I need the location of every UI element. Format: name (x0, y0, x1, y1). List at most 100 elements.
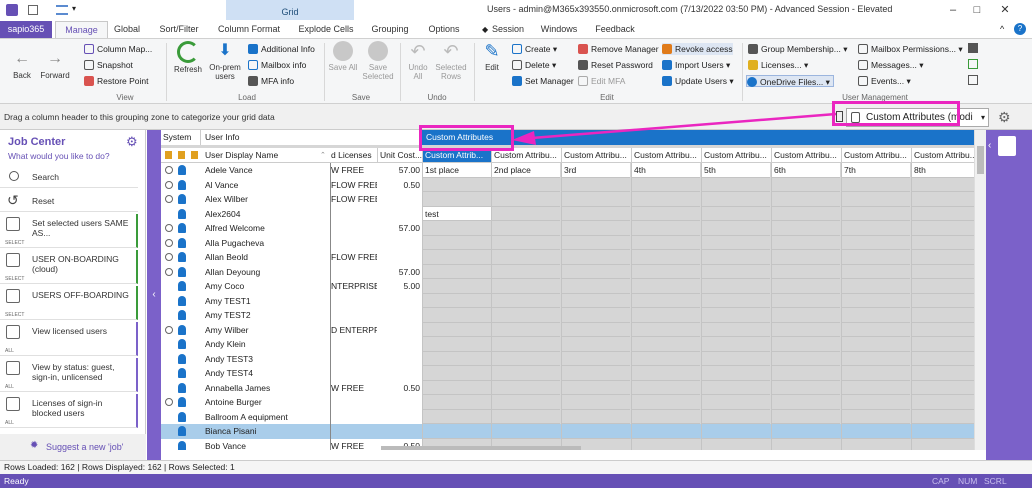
unit-cost-cell[interactable]: 5.00 (377, 279, 422, 294)
help-icon[interactable]: ? (1014, 23, 1026, 35)
licenses-cell[interactable]: NTERPRISE E (331, 279, 377, 294)
job-item[interactable]: ALL View licensed users (0, 322, 138, 356)
tab-column-format[interactable]: Column Format (216, 21, 282, 38)
custom-attribute-cell[interactable] (491, 293, 560, 308)
user-name-cell[interactable]: Allan Beold (201, 250, 331, 265)
custom-attribute-cell[interactable] (701, 192, 770, 207)
custom-attribute-cell[interactable]: test (422, 206, 491, 221)
custom-attribute-cell[interactable] (561, 206, 630, 221)
table-row[interactable]: Amy TEST1 (161, 293, 974, 308)
custom-attribute-cell[interactable] (701, 337, 770, 352)
custom-attribute-cell[interactable] (701, 380, 770, 395)
custom-attribute-cell[interactable] (911, 438, 974, 450)
custom-attribute-cell[interactable] (491, 380, 560, 395)
tab-manage[interactable]: Manage (55, 21, 108, 38)
table-row[interactable]: Andy TEST3 (161, 351, 974, 366)
custom-attribute-cell[interactable] (841, 192, 910, 207)
custom-attribute-cell[interactable] (491, 177, 560, 192)
custom-attribute-cell[interactable] (771, 264, 840, 279)
custom-attribute-cell[interactable] (631, 279, 700, 294)
table-row[interactable]: Amy WilberD ENTERPRIS [2]5.00;16.4 (161, 322, 974, 337)
table-row[interactable]: Amy CocoNTERPRISE E5.00 (161, 279, 974, 294)
custom-attribute-cell[interactable] (701, 395, 770, 410)
custom-attribute-cell[interactable] (422, 424, 491, 439)
user-name-cell[interactable]: Antoine Burger (201, 395, 331, 410)
set-manager-button[interactable]: Set Manager (512, 75, 574, 87)
custom-attribute-cell[interactable] (701, 366, 770, 381)
unit-cost-cell[interactable] (377, 206, 422, 221)
job-item[interactable]: ALL View by status: guest, sign-in, unlic… (0, 358, 138, 392)
custom-attribute-cell[interactable] (491, 337, 560, 352)
vertical-scrollbar[interactable] (974, 130, 986, 450)
custom-attribute-cell[interactable] (631, 438, 700, 450)
custom-attribute-cell[interactable] (422, 366, 491, 381)
custom-attribute-cell[interactable] (701, 264, 770, 279)
mailbox-info-button[interactable]: Mailbox info (248, 59, 306, 71)
custom-attribute-cell[interactable] (701, 293, 770, 308)
custom-attribute-cell[interactable] (841, 351, 910, 366)
custom-attribute-cell[interactable] (841, 293, 910, 308)
custom-attribute-cell[interactable] (701, 351, 770, 366)
custom-attribute-cell[interactable] (491, 366, 560, 381)
custom-attribute-cell[interactable] (701, 235, 770, 250)
custom-attribute-cell[interactable] (771, 293, 840, 308)
forward-button[interactable]: → Forward (38, 49, 72, 80)
custom-attribute-cell[interactable] (561, 235, 630, 250)
custom-attribute-cell[interactable] (911, 351, 974, 366)
custom-attribute-cell[interactable] (631, 409, 700, 424)
report-icon[interactable] (968, 75, 978, 85)
edit-button[interactable]: ✎ Edit (478, 41, 506, 72)
custom-attribute-cell[interactable] (631, 337, 700, 352)
unit-cost-cell[interactable] (377, 293, 422, 308)
app-icon[interactable] (6, 4, 18, 16)
custom-attribute-cell[interactable] (631, 264, 700, 279)
licenses-cell[interactable] (331, 264, 377, 279)
unit-cost-cell[interactable]: 57.00 (377, 163, 422, 178)
custom-attribute-cell[interactable] (631, 235, 700, 250)
tab-global[interactable]: Global (112, 21, 142, 38)
table-row[interactable]: Andy Klein (161, 337, 974, 352)
user-name-cell[interactable]: Andy TEST3 (201, 351, 331, 366)
gear-icon[interactable]: ⚙ (126, 134, 138, 150)
custom-attribute-cell[interactable] (841, 366, 910, 381)
custom-attribute-cell[interactable] (771, 221, 840, 236)
custom-attribute-cell[interactable] (422, 279, 491, 294)
custom-attribute-cell[interactable] (491, 409, 560, 424)
mailbox-permissions-button[interactable]: Mailbox Permissions... ▾ (858, 43, 963, 55)
group-membership-button[interactable]: Group Membership... ▾ (748, 43, 847, 55)
custom-attribute-cell[interactable] (911, 221, 974, 236)
user-name-cell[interactable]: Andy Klein (201, 337, 331, 352)
custom-attribute-cell[interactable] (771, 409, 840, 424)
custom-attribute-cell[interactable] (771, 337, 840, 352)
tab-grouping[interactable]: Grouping (368, 21, 412, 38)
custom-attribute-cell[interactable] (701, 424, 770, 439)
tab-feedback[interactable]: Feedback (594, 21, 636, 38)
job-reset[interactable]: ↺ Reset (0, 190, 138, 212)
tab-session[interactable]: Session (490, 21, 526, 38)
mfa-info-button[interactable]: MFA info (248, 75, 294, 87)
custom-attribute-cell[interactable] (841, 409, 910, 424)
custom-attribute-cell[interactable] (422, 322, 491, 337)
unit-cost-cell[interactable] (377, 351, 422, 366)
custom-attribute-cell[interactable] (701, 250, 770, 265)
custom-attribute-cell[interactable] (841, 235, 910, 250)
custom-attribute-cell[interactable]: 7th (841, 163, 910, 178)
table-row[interactable]: Alfred Welcome 57.00 (161, 221, 974, 236)
custom-attribute-cell[interactable] (771, 279, 840, 294)
custom-attribute-cell[interactable]: 3rd (561, 163, 630, 178)
unit-cost-cell[interactable] (377, 424, 422, 439)
unit-cost-cell[interactable] (377, 250, 422, 265)
licenses-cell[interactable]: FLOW FREE (331, 177, 377, 192)
custom-attribute-cell[interactable] (771, 380, 840, 395)
custom-attribute-cell[interactable] (841, 322, 910, 337)
custom-attribute-cell[interactable] (631, 366, 700, 381)
custom-attribute-cell[interactable] (771, 250, 840, 265)
licenses-cell[interactable] (331, 235, 377, 250)
custom-attribute-cell[interactable] (422, 264, 491, 279)
unit-cost-cell[interactable] (377, 192, 422, 207)
custom-attribute-cell[interactable] (841, 395, 910, 410)
user-name-cell[interactable]: Allan Deyoung (201, 264, 331, 279)
additional-info-button[interactable]: Additional Info (248, 43, 315, 55)
table-row[interactable]: Allan Deyoung 57.00 (161, 264, 974, 279)
custom-attribute-cell[interactable] (911, 250, 974, 265)
